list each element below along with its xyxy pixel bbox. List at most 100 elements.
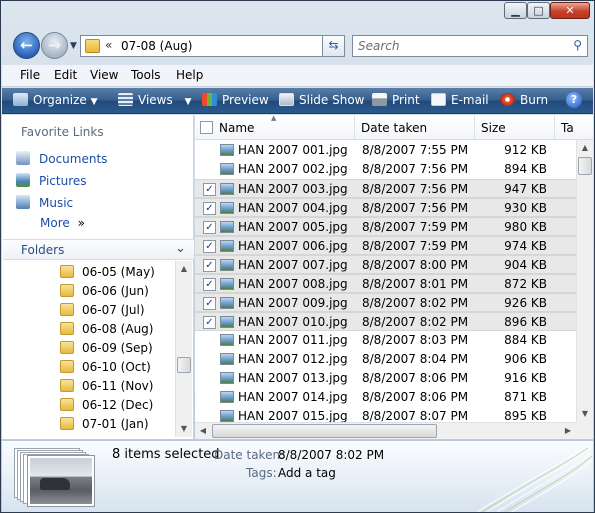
horizontal-scrollbar[interactable]: ◀ ▶ xyxy=(195,422,576,439)
address-path[interactable]: 07-08 (Aug) xyxy=(121,39,192,53)
file-row[interactable]: ✓ HAN 2007 003.jpg 8/8/2007 7:56 PM 947 KB xyxy=(195,179,576,198)
file-date-taken: 8/8/2007 8:02 PM xyxy=(362,315,469,329)
scrollbar-thumb[interactable] xyxy=(177,357,191,373)
menu-file[interactable]: File xyxy=(20,68,40,82)
file-row[interactable]: ✓ HAN 2007 004.jpg 8/8/2007 7:56 PM 930 KB xyxy=(195,198,576,217)
row-checkbox[interactable]: ✓ xyxy=(203,297,216,310)
file-size: 872 KB xyxy=(504,277,547,291)
preview-button[interactable]: Preview xyxy=(202,93,269,107)
file-row[interactable]: ✓ HAN 2007 006.jpg 8/8/2007 7:59 PM 974 KB xyxy=(195,236,576,255)
favorite-documents[interactable]: Documents xyxy=(16,151,107,166)
forward-arrow-icon: → xyxy=(48,36,61,54)
file-row[interactable]: HAN 2007 011.jpg 8/8/2007 8:03 PM 884 KB xyxy=(195,331,576,350)
scroll-right-icon[interactable]: ▶ xyxy=(560,423,576,439)
favorite-pictures[interactable]: Pictures xyxy=(16,173,87,188)
column-header: Name ▲ Date taken Size Ta xyxy=(195,114,593,140)
file-date-taken: 8/8/2007 7:59 PM xyxy=(362,239,469,253)
command-bar: Organize ▼ Views ▼ Preview Slide Show Pr… xyxy=(2,88,593,114)
folder-item[interactable]: 06-11 (Nov) xyxy=(60,379,153,393)
folder-item[interactable]: 06-09 (Sep) xyxy=(60,341,153,355)
file-row[interactable]: ✓ HAN 2007 007.jpg 8/8/2007 8:00 PM 904 KB xyxy=(195,255,576,274)
scrollbar-thumb[interactable] xyxy=(578,157,592,175)
file-row[interactable]: ✓ HAN 2007 009.jpg 8/8/2007 8:02 PM 926 KB xyxy=(195,293,576,312)
image-file-icon xyxy=(220,334,234,346)
file-row[interactable]: HAN 2007 001.jpg 8/8/2007 7:55 PM 912 KB xyxy=(195,141,576,160)
row-checkbox[interactable]: ✓ xyxy=(203,183,216,196)
row-checkbox[interactable]: ✓ xyxy=(203,278,216,291)
file-row[interactable]: ✓ HAN 2007 010.jpg 8/8/2007 8:02 PM 896 KB xyxy=(195,312,576,331)
folder-icon xyxy=(60,379,74,392)
scroll-up-icon[interactable]: ▲ xyxy=(577,140,593,156)
file-name: HAN 2007 006.jpg xyxy=(238,239,348,253)
maximize-button[interactable]: □ xyxy=(527,2,550,19)
organize-button[interactable]: Organize ▼ xyxy=(13,93,98,107)
file-row[interactable]: HAN 2007 014.jpg 8/8/2007 8:06 PM 871 KB xyxy=(195,388,576,407)
views-button[interactable]: Views ▼ xyxy=(118,93,191,107)
scroll-down-icon[interactable]: ▼ xyxy=(176,421,192,437)
recent-pages-dropdown[interactable]: ▼ xyxy=(70,41,77,51)
menu-help[interactable]: Help xyxy=(176,68,203,82)
email-button[interactable]: E-mail xyxy=(431,93,489,107)
vertical-scrollbar[interactable]: ▲ ▼ xyxy=(576,140,593,422)
search-input[interactable]: Search ⚲ xyxy=(352,35,588,57)
folders-header[interactable]: Folders ⌄ xyxy=(3,239,194,260)
row-checkbox[interactable]: ✓ xyxy=(203,259,216,272)
folder-item[interactable]: 06-07 (Jul) xyxy=(60,303,145,317)
row-checkbox[interactable]: ✓ xyxy=(203,221,216,234)
folder-icon xyxy=(85,39,100,53)
folder-item[interactable]: 06-12 (Dec) xyxy=(60,398,153,412)
folder-item[interactable]: 06-08 (Aug) xyxy=(60,322,153,336)
row-checkbox[interactable]: ✓ xyxy=(203,316,216,329)
folder-item[interactable]: 07-01 (Jan) xyxy=(60,417,149,431)
search-icon[interactable]: ⚲ xyxy=(573,38,582,52)
search-placeholder: Search xyxy=(358,39,400,53)
folder-item[interactable]: 06-10 (Oct) xyxy=(60,360,151,374)
select-all-checkbox[interactable] xyxy=(200,121,213,134)
row-checkbox[interactable]: ✓ xyxy=(203,240,216,253)
folder-item[interactable]: 06-06 (Jun) xyxy=(60,284,149,298)
breadcrumb-overflow-icon[interactable]: « xyxy=(105,38,112,52)
file-row[interactable]: HAN 2007 013.jpg 8/8/2007 8:06 PM 916 KB xyxy=(195,369,576,388)
more-favorites-link[interactable]: More » xyxy=(40,216,85,230)
close-button[interactable]: ✕ xyxy=(550,2,590,19)
favorite-music[interactable]: Music xyxy=(16,195,73,210)
folder-icon xyxy=(60,341,74,354)
favorite-label: Pictures xyxy=(39,174,87,188)
menu-tools[interactable]: Tools xyxy=(131,68,161,82)
address-bar[interactable]: « 07-08 (Aug) xyxy=(80,35,345,57)
file-row[interactable]: HAN 2007 012.jpg 8/8/2007 8:04 PM 906 KB xyxy=(195,350,576,369)
file-name: HAN 2007 011.jpg xyxy=(238,333,348,347)
navigation-bar: ← → ▼ « 07-08 (Aug) ⇆ Search ⚲ xyxy=(1,27,594,63)
folder-item[interactable]: 06-05 (May) xyxy=(60,265,155,279)
column-date-taken[interactable]: Date taken xyxy=(355,115,475,139)
file-row[interactable]: ✓ HAN 2007 005.jpg 8/8/2007 7:59 PM 980 KB xyxy=(195,217,576,236)
folders-scrollbar[interactable]: ▲ ▼ xyxy=(175,261,192,437)
scroll-left-icon[interactable]: ◀ xyxy=(195,423,211,439)
slideshow-button[interactable]: Slide Show xyxy=(279,93,364,107)
scrollbar-thumb[interactable] xyxy=(212,424,437,438)
chevron-down-icon: ▼ xyxy=(70,41,77,51)
forward-button[interactable]: → xyxy=(41,32,68,59)
print-button[interactable]: Print xyxy=(372,93,420,107)
file-row[interactable]: ✓ HAN 2007 008.jpg 8/8/2007 8:01 PM 872 KB xyxy=(195,274,576,293)
title-bar[interactable]: ▁ □ ✕ xyxy=(1,1,594,23)
burn-button[interactable]: Burn xyxy=(500,93,548,107)
scroll-down-icon[interactable]: ▼ xyxy=(577,406,593,422)
file-row[interactable]: HAN 2007 002.jpg 8/8/2007 7:56 PM 894 KB xyxy=(195,160,576,179)
minimize-button[interactable]: ▁ xyxy=(504,2,527,19)
file-size: 974 KB xyxy=(504,239,547,253)
scroll-up-icon[interactable]: ▲ xyxy=(176,261,192,277)
menu-view[interactable]: View xyxy=(90,68,118,82)
navigation-pane: Favorite Links Documents Pictures Music … xyxy=(2,115,194,439)
help-icon[interactable]: ? xyxy=(566,92,582,108)
refresh-button[interactable]: ⇆ xyxy=(322,35,345,57)
menu-edit[interactable]: Edit xyxy=(54,68,77,82)
image-file-icon xyxy=(220,297,234,309)
date-taken-value[interactable]: 8/8/2007 8:02 PM xyxy=(278,448,384,462)
column-tags[interactable]: Ta xyxy=(555,115,593,139)
row-checkbox[interactable]: ✓ xyxy=(203,202,216,215)
back-button[interactable]: ← xyxy=(13,32,40,59)
add-tag-field[interactable]: Add a tag xyxy=(278,466,336,480)
menu-bar: File Edit View Tools Help xyxy=(2,65,593,87)
column-size[interactable]: Size xyxy=(475,115,555,139)
